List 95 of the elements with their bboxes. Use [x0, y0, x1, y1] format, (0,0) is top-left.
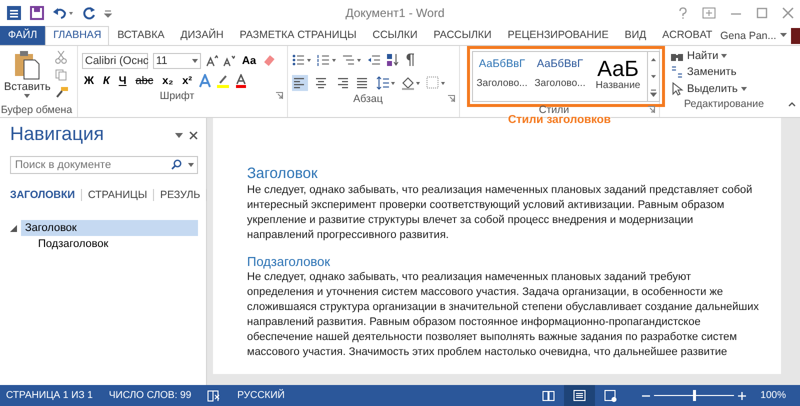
- word-count[interactable]: ЧИСЛО СЛОВ: 99: [108, 390, 192, 401]
- pane-menu-caret-icon[interactable]: [175, 132, 183, 138]
- caret-icon[interactable]: [721, 54, 728, 58]
- replace-button[interactable]: Заменить: [670, 65, 796, 79]
- page-count[interactable]: СТРАНИЦА 1 ИЗ 1: [6, 390, 93, 401]
- ribbon-tab[interactable]: ВСТАВКА: [109, 26, 172, 45]
- font-color-icon[interactable]: [235, 74, 247, 88]
- close-icon[interactable]: [189, 130, 198, 140]
- ribbon-tab[interactable]: РАССЫЛКИ: [426, 26, 500, 45]
- align-left-icon[interactable]: [292, 75, 308, 91]
- highlight-icon[interactable]: [216, 74, 230, 88]
- caret-icon[interactable]: [192, 59, 198, 63]
- format-button[interactable]: Ч: [116, 75, 128, 87]
- search-icon[interactable]: [171, 159, 182, 170]
- zoom-slider-thumb[interactable]: [692, 390, 696, 401]
- paragraph-text: Не следует, однако забывать, что реализация намеченных плановых заданий требуют определения и уточнения систем массового участия. Задача организации, в особенности же сложившаяся структура организации в значительной степени обуславливает создание дальнейших направлений развития. Равным образом постоянное информационно-пропагандистское обеспечение нашей деятельности позволяет выполнять важные задания по разработке систем массового участия. Значимость этих проблем настолько очевидна, что дальнейшее развитие: [247, 270, 759, 360]
- dialog-launcher-icon[interactable]: [448, 95, 455, 102]
- style-sample: АаБ: [597, 58, 639, 80]
- change-case-button[interactable]: Aa: [240, 55, 258, 67]
- shrink-font-icon[interactable]: [223, 55, 235, 67]
- expanded-triangle-icon[interactable]: [10, 224, 17, 232]
- text-effects-icon[interactable]: [199, 74, 211, 88]
- ribbon-tab[interactable]: ВИД: [616, 26, 654, 45]
- caret-icon[interactable]: [24, 94, 30, 98]
- user-name[interactable]: Gena Pan...: [720, 30, 776, 42]
- ribbon-tab[interactable]: ССЫЛКИ: [364, 26, 426, 45]
- ribbon-tab[interactable]: РЕЦЕНЗИРОВАНИЕ: [500, 26, 617, 45]
- heading-tree-item[interactable]: Заголовок: [21, 220, 198, 236]
- style-name[interactable]: Название: [596, 80, 640, 91]
- file-tab[interactable]: ФАЙЛ: [0, 26, 46, 45]
- paste-button[interactable]: Вставить: [4, 50, 51, 102]
- format-button[interactable]: Ж: [82, 75, 96, 87]
- grow-font-icon[interactable]: [206, 55, 218, 67]
- caret-icon[interactable]: [740, 87, 747, 91]
- ribbon-tab[interactable]: РАЗМЕТКА СТРАНИЦЫ: [232, 26, 364, 45]
- font-size-field[interactable]: 11: [153, 53, 201, 69]
- group-label: Абзац: [353, 92, 383, 104]
- select-button[interactable]: Выделить: [670, 82, 796, 96]
- proofing-icon[interactable]: [207, 390, 222, 402]
- help-icon[interactable]: [678, 7, 688, 19]
- format-button[interactable]: x²: [180, 75, 194, 87]
- navigation-tab[interactable]: ЗАГОЛОВКИ: [10, 189, 82, 201]
- style-name[interactable]: Заголово...: [476, 78, 528, 89]
- decrease-indent-icon[interactable]: [367, 54, 381, 66]
- ribbon-tab[interactable]: ГЛАВНАЯ: [45, 26, 110, 45]
- subheading-text: Подзаголовок: [247, 254, 332, 269]
- style-name[interactable]: Заголово...: [534, 78, 586, 89]
- format-button[interactable]: abc: [133, 75, 156, 87]
- heading-tree-item[interactable]: Подзаголовок: [34, 236, 198, 252]
- format-button[interactable]: x₂: [160, 75, 176, 87]
- cut-icon[interactable]: [54, 50, 67, 64]
- multilevel-list-icon[interactable]: [342, 54, 362, 66]
- caret-icon[interactable]: [780, 33, 788, 38]
- style-sample: АаБбВвГ: [536, 58, 584, 70]
- language-label[interactable]: РУССКИЙ: [237, 390, 285, 401]
- numbering-icon[interactable]: [317, 54, 337, 66]
- group-label: Стили: [538, 104, 570, 116]
- font-name-field[interactable]: Calibri (Оснс: [82, 53, 148, 69]
- borders-icon[interactable]: [426, 76, 446, 90]
- align-center-icon[interactable]: [313, 75, 329, 91]
- collapse-ribbon-icon[interactable]: [788, 100, 796, 106]
- redo-icon[interactable]: [82, 6, 96, 20]
- shading-icon[interactable]: [401, 76, 421, 90]
- callout-label: Стили заголовков: [508, 114, 611, 126]
- save-icon[interactable]: [30, 6, 44, 20]
- heading-text: Заголовок: [247, 165, 319, 182]
- find-button[interactable]: Найти: [670, 50, 796, 62]
- show-marks-icon[interactable]: [405, 53, 415, 67]
- pane-title: Навигация: [10, 124, 104, 146]
- zoom-in-icon[interactable]: [738, 392, 746, 400]
- line-spacing-icon[interactable]: [376, 76, 396, 90]
- group-label: Редактирование: [684, 98, 764, 110]
- maximize-icon[interactable]: [756, 7, 768, 19]
- undo-icon[interactable]: [52, 6, 74, 20]
- window-title: Документ1 - Word: [344, 6, 446, 20]
- group-label: Шрифт: [160, 90, 194, 102]
- ribbon-tab[interactable]: ДИЗАЙН: [172, 26, 232, 45]
- print-view-icon[interactable]: [564, 385, 596, 406]
- search-field[interactable]: Поиск в документе: [10, 156, 198, 174]
- bullets-icon[interactable]: [292, 54, 312, 66]
- style-sample: АаБбВвГ: [478, 58, 526, 70]
- navigation-tab[interactable]: СТРАНИЦЫ: [82, 189, 154, 201]
- customize-caret-icon[interactable]: [104, 8, 112, 18]
- cursor-icon: [670, 82, 684, 96]
- ribbon-tab[interactable]: ACROBAT: [654, 26, 720, 45]
- dialog-launcher-icon[interactable]: [648, 106, 655, 113]
- clipboard-icon: [14, 50, 40, 80]
- caret-icon[interactable]: [188, 162, 194, 166]
- sort-icon[interactable]: [386, 53, 400, 67]
- format-button[interactable]: К: [100, 75, 112, 87]
- zoom-level[interactable]: 100%: [746, 390, 800, 401]
- group-label: Буфер обмена: [0, 104, 72, 116]
- dialog-launcher-icon[interactable]: [276, 92, 283, 99]
- format-painter-icon[interactable]: [54, 86, 69, 98]
- paragraph-text: Не следует, однако забывать, что реализация намеченных плановых заданий представляет собой интересный эксперимент проверки соответствующий условий активизации. Равным образом укрепление и развитие структуры влечет за собой процесс внедрения и модернизации направлений прогрессивного развития.: [247, 183, 754, 243]
